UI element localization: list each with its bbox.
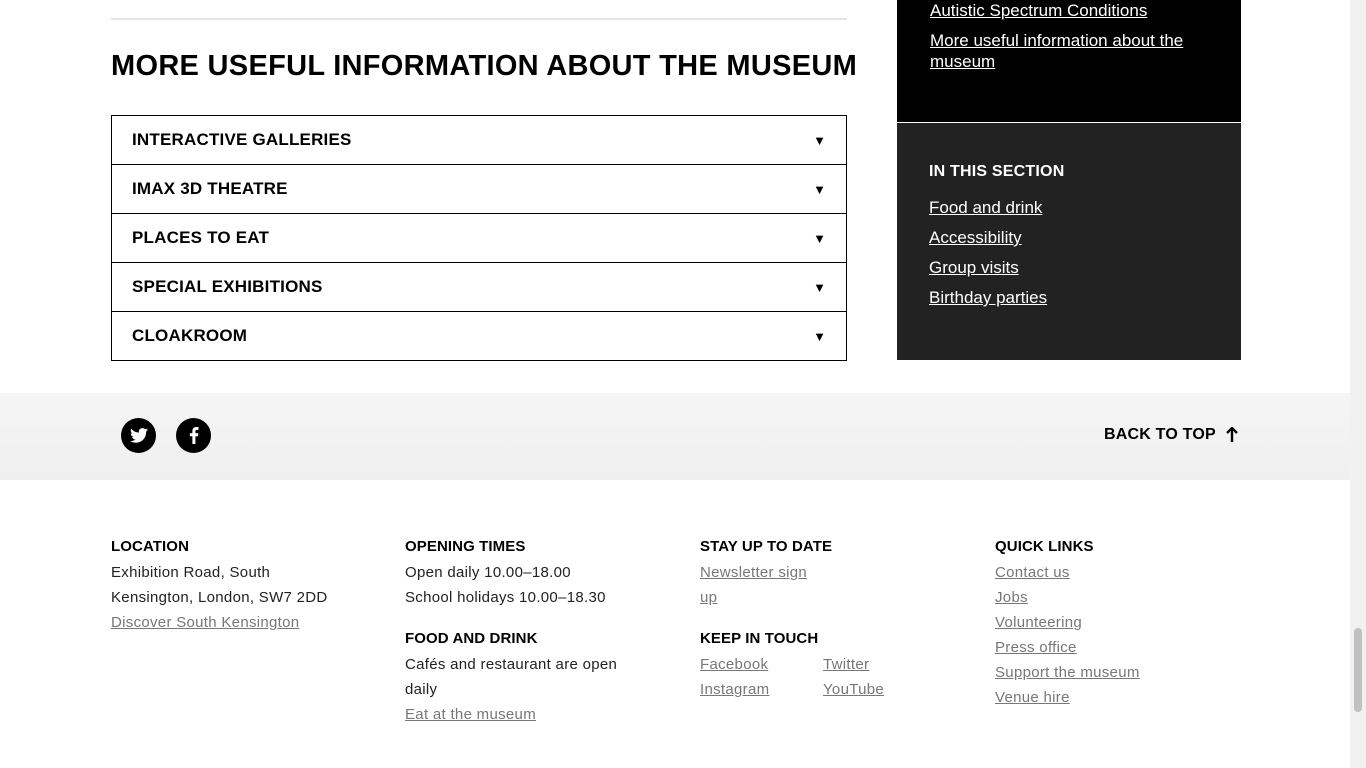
arrow-up-icon [1225, 427, 1238, 442]
footer-location: LOCATION Exhibition Road, South Kensingt… [111, 538, 341, 635]
facebook-link[interactable]: Facebook [700, 652, 823, 677]
instagram-link[interactable]: Instagram [700, 677, 823, 702]
footer-heading: OPENING TIMES [405, 538, 526, 555]
accordion-label: IMAX 3D THEATRE [132, 179, 288, 198]
footer-food-and-drink: FOOD AND DRINK Cafés and restaurant are … [405, 630, 645, 727]
sidebar-link-more-useful-info[interactable]: More useful information about the museum [930, 30, 1200, 72]
in-this-section-panel: IN THIS SECTION Food and drink Accessibi… [897, 123, 1241, 360]
sidebar-nav: Autistic Spectrum Conditions More useful… [897, 0, 1241, 122]
sidebar-link-autistic-spectrum[interactable]: Autistic Spectrum Conditions [930, 0, 1147, 21]
youtube-link[interactable]: YouTube [823, 677, 913, 702]
back-to-top-button[interactable]: BACK TO TOP [1104, 426, 1238, 444]
footer-opening-times: OPENING TIMES Open daily 10.00–18.00 Sch… [405, 538, 645, 727]
footer-heading: FOOD AND DRINK [405, 630, 538, 647]
chevron-down-icon: ▼ [813, 181, 826, 197]
in-section-title: IN THIS SECTION [929, 163, 1065, 180]
accordion-item-interactive-galleries[interactable]: INTERACTIVE GALLERIES ▼ [112, 116, 846, 165]
venue-hire-link[interactable]: Venue hire [995, 685, 1215, 710]
accordion-label: INTERACTIVE GALLERIES [132, 130, 352, 149]
accordion-item-special-exhibitions[interactable]: SPECIAL EXHIBITIONS ▼ [112, 263, 846, 312]
accordion-label: PLACES TO EAT [132, 228, 270, 247]
section-title: MORE USEFUL INFORMATION ABOUT THE MUSEUM [111, 50, 858, 82]
footer-heading: STAY UP TO DATE [700, 538, 833, 555]
chevron-down-icon: ▼ [813, 328, 826, 344]
address-line: Kensington, London, SW7 2DD [111, 589, 328, 606]
discover-south-kensington-link[interactable]: Discover South Kensington [111, 610, 341, 635]
food-text: Cafés and restaurant are open daily [405, 656, 618, 698]
accordion-label: CLOAKROOM [132, 326, 248, 345]
top-divider [111, 18, 847, 20]
accordion-item-cloakroom[interactable]: CLOAKROOM ▼ [112, 312, 846, 360]
volunteering-link[interactable]: Volunteering [995, 610, 1215, 635]
scrollbar-thumb[interactable] [1354, 628, 1362, 712]
eat-at-the-museum-link[interactable]: Eat at the museum [405, 702, 645, 727]
footer-heading: QUICK LINKS [995, 538, 1094, 555]
footer-keep-in-touch: KEEP IN TOUCH Facebook Twitter Instagram… [700, 630, 950, 702]
section-link-accessibility[interactable]: Accessibility [929, 227, 1209, 248]
chevron-down-icon: ▼ [813, 279, 826, 295]
accordion: INTERACTIVE GALLERIES ▼ IMAX 3D THEATRE … [111, 115, 847, 361]
opening-hours: Open daily 10.00–18.00 [405, 564, 571, 581]
address-line: Exhibition Road, South [111, 564, 271, 581]
footer-heading: KEEP IN TOUCH [700, 630, 819, 647]
chevron-down-icon: ▼ [813, 230, 826, 246]
social-links: Facebook Twitter Instagram YouTube [700, 652, 950, 702]
accordion-item-imax[interactable]: IMAX 3D THEATRE ▼ [112, 165, 846, 214]
jobs-link[interactable]: Jobs [995, 585, 1215, 610]
press-office-link[interactable]: Press office [995, 635, 1215, 660]
footer-stay-up-to-date: STAY UP TO DATE Newsletter sign up KEEP … [700, 538, 950, 702]
facebook-icon[interactable] [176, 418, 211, 453]
accordion-item-places-to-eat[interactable]: PLACES TO EAT ▼ [112, 214, 846, 263]
section-link-group-visits[interactable]: Group visits [929, 257, 1209, 278]
section-link-birthday-parties[interactable]: Birthday parties [929, 287, 1209, 308]
accordion-label: SPECIAL EXHIBITIONS [132, 277, 323, 296]
back-to-top-label: BACK TO TOP [1104, 426, 1216, 443]
school-holiday-hours: School holidays 10.00–18.30 [405, 589, 606, 606]
section-link-food-and-drink[interactable]: Food and drink [929, 197, 1209, 218]
page-scrollbar[interactable] [1350, 0, 1366, 768]
chevron-down-icon: ▼ [813, 132, 826, 148]
footer-heading: LOCATION [111, 538, 190, 555]
footer-quick-links: QUICK LINKS Contact us Jobs Volunteering… [995, 538, 1215, 710]
social-strip: BACK TO TOP [0, 393, 1350, 480]
support-the-museum-link[interactable]: Support the museum [995, 660, 1215, 685]
twitter-icon[interactable] [121, 418, 156, 453]
twitter-link[interactable]: Twitter [823, 652, 913, 677]
newsletter-signup-link[interactable]: Newsletter sign up [700, 560, 820, 610]
contact-us-link[interactable]: Contact us [995, 560, 1215, 585]
